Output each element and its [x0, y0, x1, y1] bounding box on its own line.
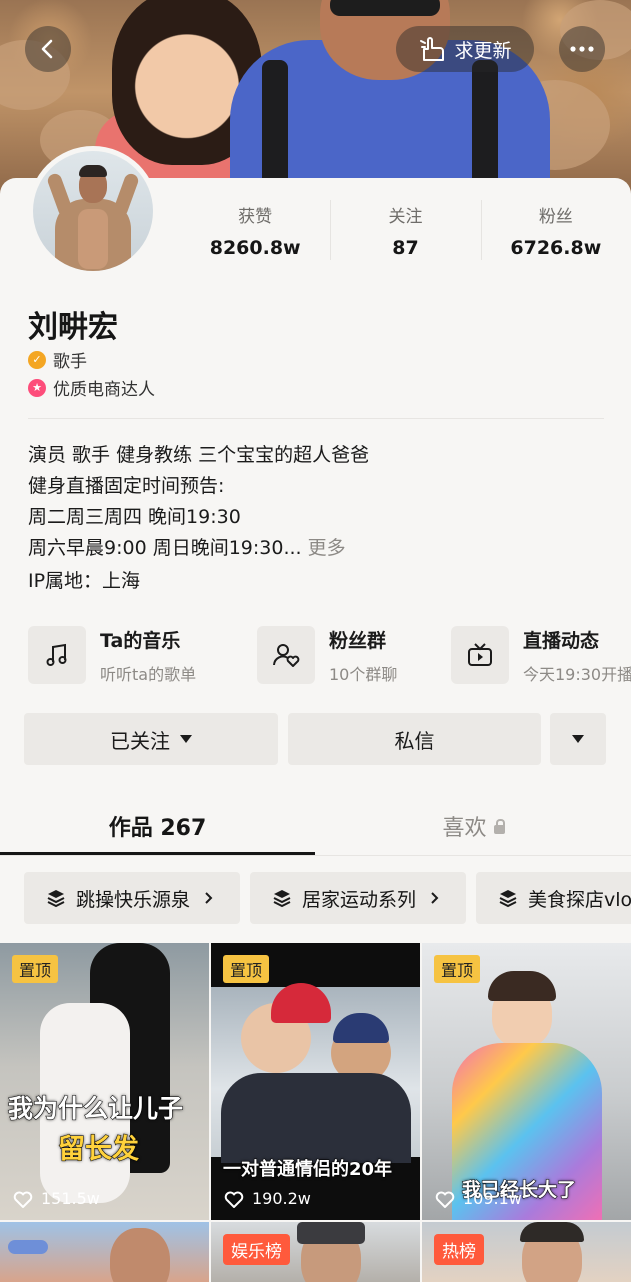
music-note-icon	[28, 626, 86, 684]
avatar	[33, 151, 153, 271]
followed-label: 已关注	[110, 728, 170, 753]
stat-likes[interactable]: 获赞 8260.8w	[180, 200, 330, 260]
message-button[interactable]: 私信	[288, 713, 541, 765]
star-badge-icon: ★	[28, 378, 46, 397]
feature-fan-group[interactable]: 粉丝群 10个群聊	[257, 622, 397, 688]
like-count-value: 109.1w	[463, 1189, 522, 1208]
chevron-right-icon	[431, 892, 439, 904]
heart-icon	[224, 1191, 244, 1208]
collection-label: 居家运动系列	[302, 888, 417, 911]
more-dots-icon	[570, 46, 594, 52]
caret-down-icon	[572, 735, 584, 743]
tab-label: 作品 267	[108, 816, 207, 841]
request-update-button[interactable]: 求更新	[396, 26, 534, 72]
tag-label: 优质电商达人	[53, 380, 155, 400]
stack-layers-icon	[47, 890, 65, 908]
bio-more-link[interactable]: 更多	[308, 537, 346, 559]
chevron-left-icon	[41, 39, 53, 59]
message-label: 私信	[394, 728, 435, 753]
pinned-badge: 置顶	[12, 955, 59, 983]
stat-label: 获赞	[238, 207, 273, 227]
collection-chip[interactable]: 居家运动系列	[250, 872, 466, 924]
verified-check-icon: ✓	[28, 350, 46, 369]
ip-location: IP属地：上海	[28, 570, 141, 592]
live-tv-icon	[451, 626, 509, 684]
feature-row: Ta的音乐 听听ta的歌单 粉丝群 10个群聊 直播动态 今天19:30开播	[0, 622, 631, 688]
heart-icon	[435, 1191, 455, 1208]
feature-subtitle: 10个群聊	[329, 664, 398, 684]
ranking-badge: 热榜	[434, 1234, 484, 1265]
profile-tabs: 作品 267 喜欢	[0, 796, 631, 856]
tag-label: 歌手	[53, 352, 87, 372]
request-update-label: 求更新	[454, 39, 512, 62]
bio-line: 健身直播固定时间预告:	[28, 475, 225, 497]
stack-layers-icon	[499, 890, 517, 908]
like-count-value: 190.2w	[252, 1189, 311, 1208]
verified-tag[interactable]: ✓ 歌手	[28, 347, 87, 372]
tab-works[interactable]: 作品 267	[0, 796, 315, 856]
heart-icon	[13, 1191, 33, 1208]
back-button[interactable]	[25, 26, 71, 72]
divider	[28, 418, 604, 419]
stat-followers[interactable]: 粉丝 6726.8w	[480, 200, 631, 260]
video-tile[interactable]	[0, 1222, 209, 1282]
merchant-tag[interactable]: ★ 优质电商达人	[28, 375, 155, 400]
tab-label: 喜欢	[442, 816, 487, 841]
bio-line: 周二周三周四 晚间19:30	[28, 506, 241, 528]
followed-button[interactable]: 已关注	[24, 713, 278, 765]
tab-likes[interactable]: 喜欢	[316, 796, 631, 856]
like-count: 190.2w	[224, 1189, 311, 1208]
collection-chip[interactable]: 跳操快乐源泉	[24, 872, 240, 924]
divider	[0, 855, 631, 856]
ranking-badge: 娱乐榜	[223, 1234, 290, 1265]
feature-subtitle: 今天19:30开播	[523, 664, 631, 684]
profile-name: 刘畊宏	[28, 310, 118, 345]
video-tile[interactable]: 置顶 我已经长大了 109.1w	[422, 943, 631, 1220]
stat-label: 粉丝	[538, 207, 573, 227]
video-caption: 一对普通情侣的20年	[222, 1159, 393, 1181]
stat-value: 8260.8w	[209, 237, 301, 259]
stat-value: 6726.8w	[510, 237, 602, 259]
feature-live[interactable]: 直播动态 今天19:30开播	[451, 622, 631, 688]
video-caption: 留长发	[58, 1134, 140, 1166]
like-count-value: 151.5w	[41, 1189, 100, 1208]
profile-stats: 获赞 8260.8w 关注 87 粉丝 6726.8w	[180, 200, 631, 260]
collection-chips: 跳操快乐源泉 居家运动系列 美食探店vlog	[0, 872, 631, 926]
avatar-frame[interactable]	[28, 146, 158, 276]
video-caption: 我为什么让儿子	[7, 1094, 184, 1124]
stat-label: 关注	[388, 207, 423, 227]
pinned-badge: 置顶	[434, 955, 481, 983]
feature-title: 直播动态	[523, 629, 600, 652]
video-tile[interactable]: 置顶 一对普通情侣的20年 190.2w	[211, 943, 420, 1220]
bio-line-last: 周六早晨9:00 周日晚间19:30... 更多	[28, 533, 369, 564]
feature-title: Ta的音乐	[100, 629, 181, 652]
video-tile[interactable]: 娱乐榜	[211, 1222, 420, 1282]
caret-down-icon	[180, 735, 192, 743]
feature-music[interactable]: Ta的音乐 听听ta的歌单	[28, 622, 196, 688]
profile-bio: 演员 歌手 健身教练 三个宝宝的超人爸爸 健身直播固定时间预告: 周二周三周四 …	[28, 440, 369, 564]
lock-icon	[493, 818, 505, 834]
feature-subtitle: 听听ta的歌单	[100, 664, 197, 684]
bio-line: 周六早晨9:00 周日晚间19:30...	[28, 537, 302, 559]
feature-title: 粉丝群	[329, 629, 387, 652]
collection-chip[interactable]: 美食探店vlog	[476, 872, 631, 924]
pinned-badge: 置顶	[223, 955, 270, 983]
collection-label: 美食探店vlog	[528, 888, 631, 911]
like-count: 109.1w	[435, 1189, 522, 1208]
hand-point-icon	[420, 37, 445, 61]
video-grid: 置顶 我为什么让儿子 留长发 151.5w 置顶 一对普通情侣的20年 190.…	[0, 943, 631, 1282]
more-options-button[interactable]	[559, 26, 605, 72]
bio-line: 演员 歌手 健身教练 三个宝宝的超人爸爸	[28, 444, 370, 466]
stat-value: 87	[392, 237, 419, 259]
video-tile[interactable]: 置顶 我为什么让儿子 留长发 151.5w	[0, 943, 209, 1220]
stack-layers-icon	[273, 890, 291, 908]
fan-group-icon	[257, 626, 315, 684]
chevron-right-icon	[205, 892, 213, 904]
recommend-toggle-button[interactable]	[550, 713, 606, 765]
stat-following[interactable]: 关注 87	[330, 200, 480, 260]
video-tile[interactable]: 热榜	[422, 1222, 631, 1282]
collection-label: 跳操快乐源泉	[76, 888, 191, 911]
like-count: 151.5w	[13, 1189, 100, 1208]
